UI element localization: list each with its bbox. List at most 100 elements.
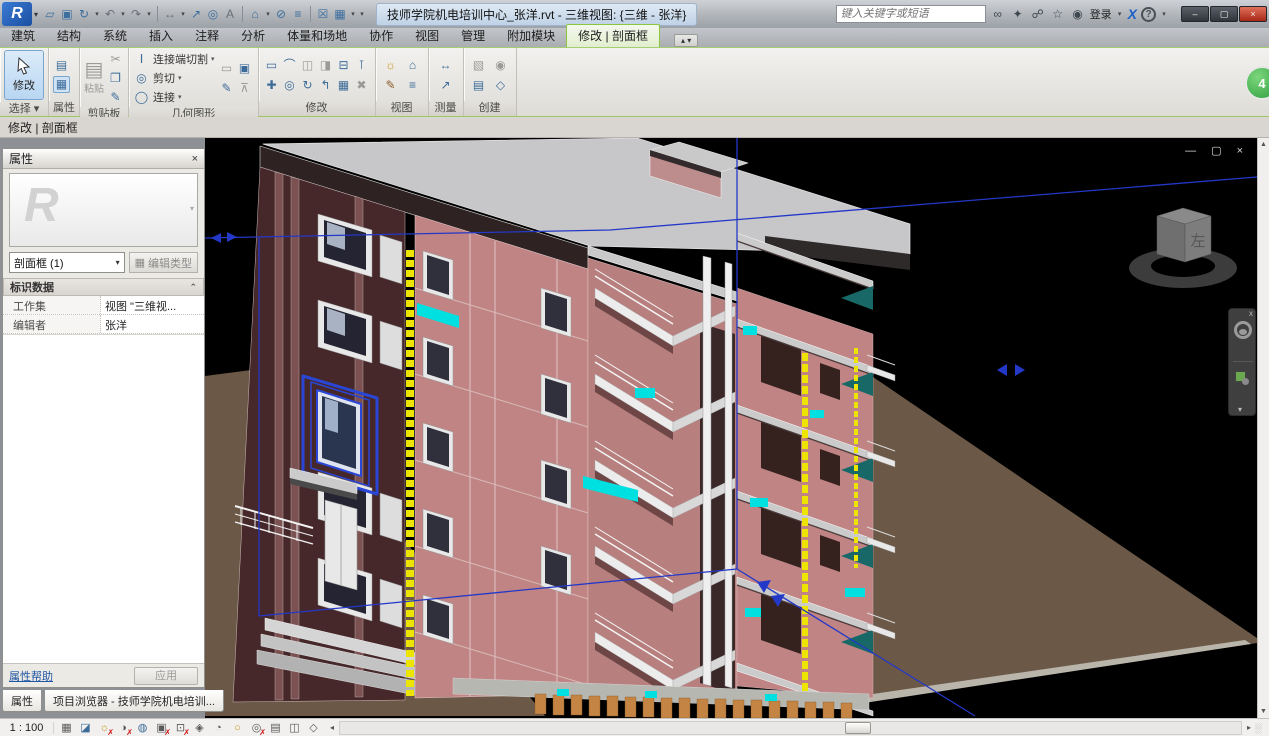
detail-level-icon[interactable]: ▦ [58,720,75,736]
tab-properties-palette[interactable]: 属性 [2,690,42,712]
revit-logo[interactable]: R [2,2,32,26]
customize-qat-icon[interactable]: ▾ [358,5,366,23]
property-value[interactable]: 张洋 [101,315,204,333]
close-button[interactable]: × [1239,6,1267,22]
shadows-icon[interactable]: ◑✗ [115,720,132,736]
demolish-hammer-icon[interactable]: ⊼ [236,79,253,96]
scroll-up-icon[interactable]: ▲ [1260,138,1267,151]
tag-icon[interactable]: ◎ [205,5,221,23]
align-icon[interactable]: ▭ [263,56,280,73]
app-menu-dropdown-icon[interactable]: ▾ [34,10,38,19]
help-icon[interactable]: ? [1141,7,1156,22]
property-row-edited-by[interactable]: 编辑者 张洋 [3,315,204,334]
wall-opening-icon[interactable]: ▭ [218,59,235,76]
redo-dropdown-icon[interactable]: ▾ [145,5,153,23]
properties-palette-icon[interactable]: ▤ [53,57,70,74]
mirror-axis-icon[interactable]: ◫ [299,56,316,73]
tab-insert[interactable]: 插入 [138,25,184,47]
tab-architecture[interactable]: 建筑 [0,25,46,47]
property-row-workset[interactable]: 工作集 视图 "三维视... [3,296,204,315]
copy-icon[interactable]: ❐ [107,69,124,86]
tab-collaborate[interactable]: 协作 [358,25,404,47]
navbar-close-icon[interactable]: x [1249,309,1253,318]
show-crop-region-icon[interactable]: ⊡✗ [172,720,189,736]
temporary-hide-isolate-icon[interactable]: ◔ [210,720,227,736]
tab-modify-section-box[interactable]: 修改 | 剖面框 [566,24,660,47]
text-icon[interactable]: A [222,5,238,23]
hscroll-left-icon[interactable]: ◂ [326,723,338,732]
measure-ruler-icon[interactable]: ↔ [437,56,454,73]
restore-button[interactable]: ▢ [1210,6,1238,22]
cut-geometry-button[interactable]: ◎ 剪切▾ [133,69,182,86]
identity-data-header[interactable]: 标识数据 ⌃ [3,278,204,296]
measure-icon[interactable]: ↔ [162,5,178,23]
steering-wheel-icon[interactable] [1234,321,1252,339]
zoom-icon[interactable] [1235,371,1246,382]
worksharing-display-icon[interactable]: ◎✗ [248,720,265,736]
search-binoculars-icon[interactable]: ∞ [990,7,1006,21]
measure-dropdown-icon[interactable]: ▾ [179,5,187,23]
cut-icon[interactable]: ✂ [107,50,124,67]
vertical-scrollbar[interactable]: ▲ ▼ [1257,138,1269,718]
offset-icon[interactable]: ⌒ [281,56,298,73]
palette-close-icon[interactable]: × [192,153,198,165]
lightbulb-icon[interactable]: ☼ [382,56,399,73]
undo-icon[interactable]: ↶ [102,5,118,23]
3d-view-dropdown-icon[interactable]: ▾ [264,5,272,23]
subscription-key-icon[interactable]: ✦ [1010,7,1026,21]
exchange-apps-icon[interactable]: X [1128,6,1137,22]
move-icon[interactable]: ✚ [263,76,280,93]
tab-massing-site[interactable]: 体量和场地 [276,25,358,47]
tab-systems[interactable]: 系统 [92,25,138,47]
paintbrush-icon[interactable]: ✎ [382,76,399,93]
save-icon[interactable]: ▣ [59,5,75,23]
resize-grip[interactable]: ░ [1255,723,1269,733]
delete-icon[interactable]: ✖ [353,76,370,93]
displaced-elements-icon[interactable]: ◫ [286,720,303,736]
array-icon[interactable]: ▦ [335,76,352,93]
type-selector-dropdown-icon[interactable]: ▾ [116,258,120,267]
type-selector[interactable]: 剖面框 (1) ▾ [9,252,125,273]
preview-dropdown-icon[interactable]: ▾ [190,204,194,213]
show-rendering-dialog-icon[interactable]: ◍ [134,720,151,736]
split-icon[interactable]: ⊟ [335,56,352,73]
visual-style-icon[interactable]: ◪ [77,720,94,736]
collapse-caret-icon[interactable]: ⌃ [189,282,197,293]
signin-person-icon[interactable]: ◉ [1070,7,1086,21]
tab-structure[interactable]: 结构 [46,25,92,47]
locked-3d-view-icon[interactable]: ◈ [191,720,208,736]
favorites-star-icon[interactable]: ☆ [1050,7,1066,21]
redo-icon[interactable]: ↷ [128,5,144,23]
open-icon[interactable]: ▱ [42,5,58,23]
horizontal-scrollbar[interactable] [339,721,1242,735]
help-dropdown-icon[interactable]: ▾ [1160,5,1168,23]
create-parts-icon[interactable]: ◇ [492,76,509,93]
panel-label-select[interactable]: 选择 ▾ [0,102,48,116]
sync-dropdown-icon[interactable]: ▾ [93,5,101,23]
aligned-dim-icon[interactable]: ↗ [437,76,454,93]
tab-annotate[interactable]: 注释 [184,25,230,47]
paste-button[interactable]: ▤ 粘贴 [84,60,104,95]
tab-view[interactable]: 视图 [404,25,450,47]
mirror-draw-icon[interactable]: ◨ [317,56,334,73]
sun-path-icon[interactable]: ☼✗ [96,720,113,736]
create-assembly-icon[interactable]: ▤ [470,76,487,93]
join-geometry-button[interactable]: ◯ 连接▾ [133,88,182,105]
properties-help-link[interactable]: 属性帮助 [9,668,53,684]
type-properties-icon[interactable]: ▦ [53,76,70,93]
3d-view-scene[interactable]: 左 [205,138,1257,718]
tab-addins[interactable]: 附加模块 [496,25,566,47]
reveal-hidden-elements-icon[interactable]: ○ [229,720,246,736]
hscroll-right-icon[interactable]: ▸ [1243,723,1255,732]
copy-element-icon[interactable]: ◎ [281,76,298,93]
modify-button[interactable]: 修改 [4,50,44,100]
create-similar-icon[interactable]: ◉ [492,56,509,73]
view-scale[interactable]: 1 : 100 [0,722,54,734]
paint-icon[interactable]: ✎ [218,79,235,96]
switch-windows-dropdown-icon[interactable]: ▾ [349,5,357,23]
cope-button[interactable]: Ⅰ 连接端切割▾ [133,50,215,67]
ribbon-minimize-button[interactable]: ▴ ▾ [674,34,698,47]
rotate-icon[interactable]: ↻ [299,76,316,93]
navbar-chevron-icon[interactable]: ▾ [1238,405,1242,414]
default-3d-view-icon[interactable]: ⌂ [247,5,263,23]
